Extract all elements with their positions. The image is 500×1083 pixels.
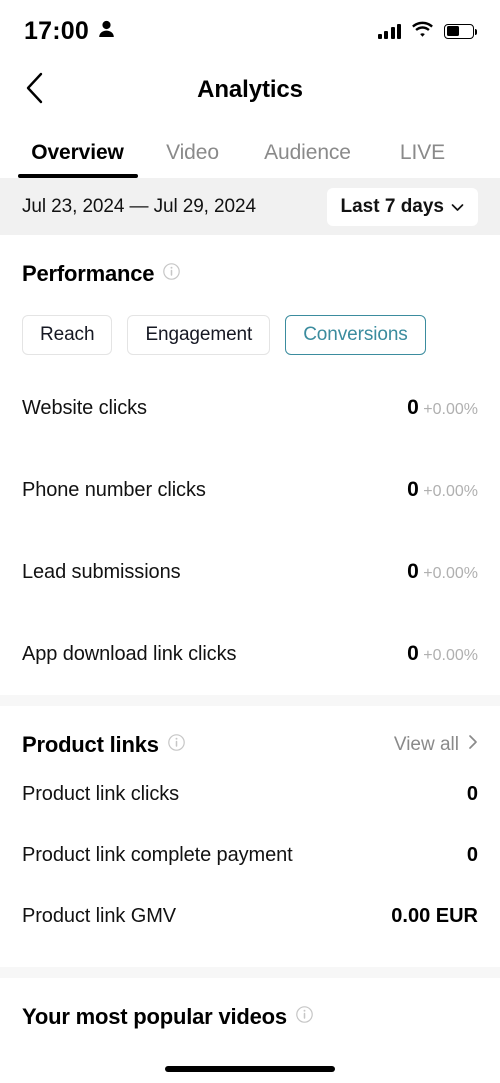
product-link-value: 0.00 EUR xyxy=(391,905,478,927)
status-bar-left: 17:00 xyxy=(24,17,115,46)
metric-values: 0 +0.00% xyxy=(407,641,478,665)
analytics-screen: 17:00 Analytics Overview Video Audience … xyxy=(0,0,500,1083)
product-link-label: Product link GMV xyxy=(22,905,177,927)
tab-overview[interactable]: Overview xyxy=(20,141,135,178)
section-divider xyxy=(0,695,500,706)
metric-value: 0 xyxy=(407,641,419,665)
performance-metrics-list: Website clicks 0 +0.00% Phone number cli… xyxy=(22,367,478,695)
metric-values: 0 +0.00% xyxy=(407,395,478,419)
popular-videos-section: Your most popular videos xyxy=(0,978,500,1030)
wifi-icon xyxy=(412,21,433,42)
metric-row: Phone number clicks 0 +0.00% xyxy=(22,449,478,531)
chip-reach[interactable]: Reach xyxy=(22,315,113,355)
metric-value: 0 xyxy=(407,395,419,419)
product-link-row: Product link clicks 0 xyxy=(22,764,478,825)
product-link-label: Product link clicks xyxy=(22,783,180,805)
metric-label: Website clicks xyxy=(22,396,147,419)
view-all-button[interactable]: View all xyxy=(394,734,478,756)
popular-videos-title: Your most popular videos xyxy=(22,1004,287,1029)
metric-row: Website clicks 0 +0.00% xyxy=(22,367,478,449)
chevron-left-icon xyxy=(25,72,44,109)
performance-header: Performance xyxy=(22,261,478,287)
metric-row: Lead submissions 0 +0.00% xyxy=(22,531,478,613)
chip-engagement[interactable]: Engagement xyxy=(127,315,271,355)
navigation-bar: Analytics xyxy=(0,62,500,118)
info-icon[interactable] xyxy=(296,1006,313,1028)
tab-live[interactable]: LIVE xyxy=(365,141,480,178)
metric-label: App download link clicks xyxy=(22,642,237,665)
metric-value: 0 xyxy=(407,477,419,501)
product-links-header: Product links View all xyxy=(22,732,478,758)
status-time: 17:00 xyxy=(24,16,89,45)
date-range-bar: Jul 23, 2024 — Jul 29, 2024 Last 7 days xyxy=(0,178,500,235)
product-link-row: Product link GMV 0.00 EUR xyxy=(22,886,478,947)
metric-delta: +0.00% xyxy=(423,482,478,500)
status-bar: 17:00 xyxy=(0,0,500,62)
metric-values: 0 +0.00% xyxy=(407,559,478,583)
signal-bars-icon xyxy=(377,23,401,39)
person-icon xyxy=(98,20,115,43)
tab-bar: Overview Video Audience LIVE xyxy=(0,118,500,178)
product-link-value: 0 xyxy=(466,844,478,866)
page-title: Analytics xyxy=(197,76,303,103)
product-link-value: 0 xyxy=(466,783,478,805)
metric-label: Lead submissions xyxy=(22,560,181,583)
date-range-selector[interactable]: Last 7 days xyxy=(326,187,478,226)
metric-values: 0 +0.00% xyxy=(407,477,478,501)
chip-conversions[interactable]: Conversions xyxy=(285,315,426,355)
view-all-label: View all xyxy=(393,734,459,755)
performance-filter-chips: Reach Engagement Conversions xyxy=(22,315,478,355)
tab-video[interactable]: Video xyxy=(135,141,250,178)
tab-audience[interactable]: Audience xyxy=(250,141,365,178)
performance-title: Performance xyxy=(22,261,155,286)
info-icon[interactable] xyxy=(167,734,185,756)
metric-delta: +0.00% xyxy=(423,400,478,418)
home-indicator xyxy=(165,1066,335,1072)
product-links-section: Product links View all Product link clic… xyxy=(0,706,500,967)
product-link-row: Product link complete payment 0 xyxy=(22,825,478,886)
battery-icon xyxy=(444,23,478,39)
product-links-title-group: Product links xyxy=(22,732,185,758)
date-range-selector-label: Last 7 days xyxy=(340,195,445,217)
product-links-rows: Product link clicks 0 Product link compl… xyxy=(22,764,478,947)
performance-section: Performance Reach Engagement Conversions… xyxy=(0,235,500,695)
product-link-label: Product link complete payment xyxy=(22,844,293,866)
info-icon[interactable] xyxy=(163,263,181,285)
performance-title-group: Performance xyxy=(22,261,181,287)
popular-videos-title-group: Your most popular videos xyxy=(22,1004,478,1030)
product-links-title: Product links xyxy=(22,732,159,757)
metric-label: Phone number clicks xyxy=(22,478,206,501)
metric-delta: +0.00% xyxy=(423,646,478,664)
metric-delta: +0.00% xyxy=(423,564,478,582)
chevron-right-icon xyxy=(468,734,478,756)
metric-row: App download link clicks 0 +0.00% xyxy=(22,613,478,695)
back-button[interactable] xyxy=(14,70,54,110)
chevron-down-icon xyxy=(451,196,464,218)
status-bar-right xyxy=(377,21,478,42)
date-range-text: Jul 23, 2024 — Jul 29, 2024 xyxy=(22,195,256,217)
metric-value: 0 xyxy=(407,559,419,583)
section-divider xyxy=(0,967,500,978)
